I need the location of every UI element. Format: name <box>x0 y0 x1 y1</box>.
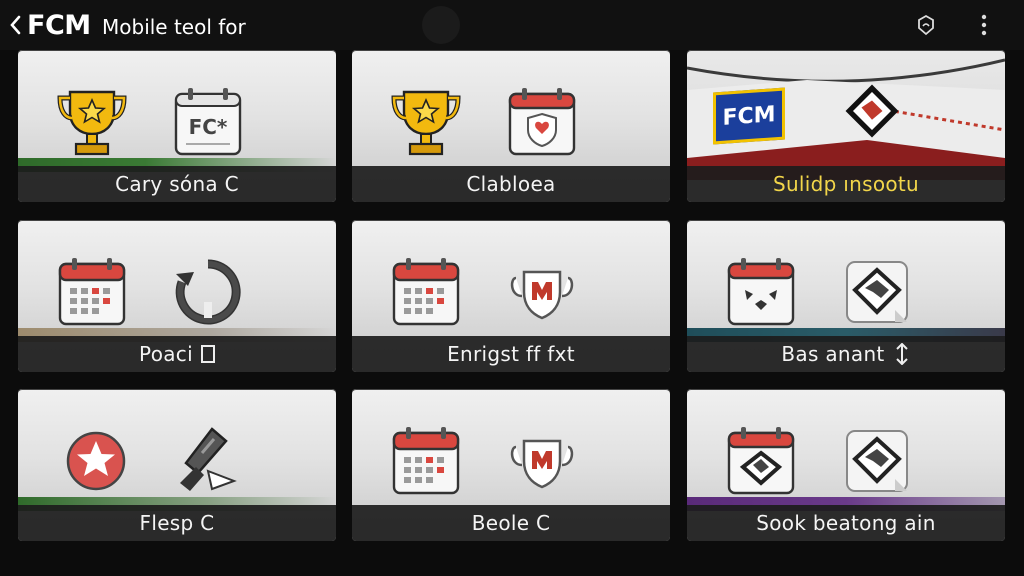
tile-8[interactable]: Beole C <box>352 389 670 541</box>
trophy-icon <box>52 82 132 162</box>
tile-label: Enrigst ff fxt <box>352 336 670 372</box>
tile-label: Poaci <box>18 336 336 372</box>
tile-6[interactable]: Bas anant <box>687 220 1005 372</box>
chevron-left-icon <box>10 15 21 35</box>
calendar-icon <box>386 421 466 501</box>
sort-arrows-icon <box>895 343 908 365</box>
fcm-banner-text: FCM <box>722 101 776 131</box>
tile-2[interactable]: Clabloea <box>352 50 670 202</box>
calendar-icon <box>52 252 132 332</box>
club-crest-icon <box>502 421 582 501</box>
tile-label: Clabloea <box>352 166 670 202</box>
tile-1[interactable]: Cary sóna C <box>18 50 336 202</box>
app-subtitle: Mobile teol for <box>102 15 246 39</box>
club-crest-icon <box>502 252 582 332</box>
tile-label: Flesp C <box>18 505 336 541</box>
settings-button[interactable] <box>912 12 940 40</box>
gear-icon <box>918 14 934 36</box>
faded-crest-icon <box>422 6 460 44</box>
more-options-button[interactable] <box>972 10 996 40</box>
tile-3[interactable]: FCM Sulidp ınsootu <box>687 50 1005 202</box>
tile-label: Sook beatong ain <box>687 505 1005 541</box>
star-badge-icon <box>56 421 136 501</box>
back-button[interactable] <box>4 11 26 39</box>
tile-label: Sulidp ınsootu <box>687 166 1005 202</box>
fcm-banner-icon: FCM <box>713 87 785 145</box>
tile-4[interactable]: Poaci <box>18 220 336 372</box>
tile-label-text: Poaci <box>139 342 193 366</box>
shield-badge-icon <box>837 252 917 332</box>
square-icon <box>200 345 215 363</box>
shield-badge-icon <box>837 421 917 501</box>
tile-9[interactable]: Sook beatong ain <box>687 389 1005 541</box>
vertical-dots-icon <box>981 14 987 36</box>
tile-label-text: Bas anant <box>781 342 885 366</box>
top-bar: FCM Mobile teol for <box>0 0 1024 50</box>
refresh-icon <box>168 252 248 332</box>
shield-badge-icon <box>845 84 899 138</box>
fc-calendar-icon <box>168 82 248 162</box>
tile-label: Cary sóna C <box>18 166 336 202</box>
tile-label: Beole C <box>352 505 670 541</box>
whistle-icon <box>168 421 248 501</box>
shield-calendar-icon <box>502 82 582 162</box>
tile-7[interactable]: Flesp C <box>18 389 336 541</box>
shield-calendar-icon <box>721 421 801 501</box>
tile-label: Bas anant <box>687 336 1005 372</box>
calendar-icon <box>386 252 466 332</box>
calendar-face-icon <box>721 252 801 332</box>
app-brand: FCM <box>27 10 91 41</box>
tile-5[interactable]: Enrigst ff fxt <box>352 220 670 372</box>
trophy-icon <box>386 82 466 162</box>
